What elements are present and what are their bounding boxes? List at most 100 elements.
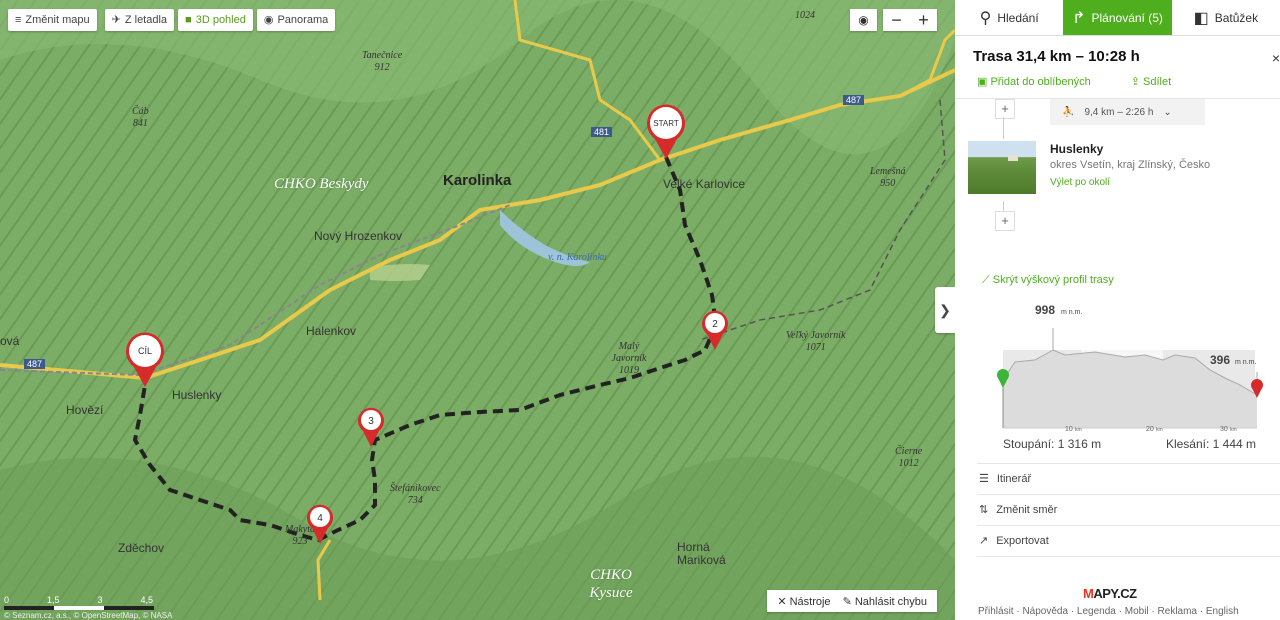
zoom-out-button[interactable]: −	[883, 9, 910, 31]
profile-max-value: 998	[1035, 303, 1055, 317]
town-label: Nový Hrozenkov	[314, 229, 403, 243]
place-photo[interactable]	[968, 141, 1036, 194]
waypoint-pin-4[interactable]: 4	[306, 504, 334, 546]
view-3d-button[interactable]: ■ 3D pohled	[178, 9, 253, 31]
house-shape	[1008, 155, 1018, 161]
ascent-value: Stoupání: 1 316 m	[1003, 437, 1102, 451]
logo-part: M	[1083, 586, 1094, 601]
town-label: Karolinka	[443, 172, 512, 189]
panorama-label: Panorama	[277, 14, 329, 26]
report-button[interactable]: ✎ Nahlásit chybu	[843, 595, 927, 608]
elevation-stats: Stoupání: 1 316 m Klesání: 1 444 m	[1003, 437, 1256, 451]
place-name[interactable]: Huslenky	[1050, 142, 1103, 156]
change-map-button[interactable]: ≡ Změnit mapu	[8, 9, 97, 31]
panel-tabs: ⚲ Hledání ↱ Plánování (5) ◧ Batůžek	[955, 0, 1280, 36]
share-icon: ⇪	[1130, 76, 1144, 88]
scale-tick: 0	[4, 595, 10, 605]
itinerary-button[interactable]: ☰ Itinerář	[977, 463, 1280, 494]
change-map-label: Změnit mapu	[25, 14, 90, 26]
locate-icon: ◉	[858, 13, 869, 27]
route-line	[1003, 117, 1004, 139]
panorama-button[interactable]: ◉ Panorama	[256, 9, 336, 31]
town-label: Huslenky	[172, 388, 222, 402]
from-plane-button[interactable]: ✈ Z letadla	[104, 9, 175, 31]
waypoint-label: 4	[317, 513, 323, 524]
backpack-icon: ◧	[1193, 9, 1209, 27]
add-waypoint-button[interactable]: +	[995, 99, 1015, 119]
road-number: 487	[843, 95, 865, 105]
peak-height: 950	[880, 178, 896, 189]
start-pin[interactable]: START	[645, 103, 687, 161]
mapy-logo[interactable]: MAPY.CZ	[1083, 586, 1137, 601]
trip-link[interactable]: Výlet po okolí	[1050, 177, 1110, 188]
itinerary-label: Itinerář	[996, 472, 1032, 485]
profile-km-tick: 10	[1065, 426, 1073, 433]
export-button[interactable]: ↗ Exportovat	[977, 525, 1280, 557]
peak-name: Čáb	[132, 106, 149, 117]
export-label: Exportovat	[996, 534, 1049, 547]
profile-icon: ⟋	[982, 274, 993, 286]
tab-backpack[interactable]: ◧ Batůžek	[1172, 0, 1280, 35]
plane-icon: ✈	[111, 14, 121, 26]
copyright: © Seznam.cz, a.s., © OpenStreetMap, © NA…	[4, 611, 173, 620]
reverse-button[interactable]: ⇅ Změnit směr	[977, 494, 1280, 525]
map-canvas[interactable]: Karolinka CHKO Beskydy CHKO Kysuce Nový …	[0, 0, 955, 620]
zoom-pair: − +	[883, 9, 937, 31]
share-button[interactable]: ⇪ Sdílet	[1131, 75, 1171, 88]
locate-button[interactable]: ◉	[850, 9, 877, 31]
tab-planning[interactable]: ↱ Plánování (5)	[1063, 0, 1172, 35]
route-icon: ↱	[1072, 9, 1086, 27]
logo-part: APY.CZ	[1093, 586, 1137, 601]
town-label: ová	[0, 334, 20, 348]
route-segment: + ⛹ 9,4 km – 2:26 h ⌄	[955, 99, 1280, 139]
walk-icon: ⛹	[1062, 106, 1075, 118]
goal-pin[interactable]: CÍL	[124, 331, 166, 389]
route-line	[1003, 201, 1004, 211]
profile-end-value: 396	[1210, 353, 1230, 367]
tools-button[interactable]: ✕ Nástroje	[777, 595, 830, 608]
tab-search[interactable]: ⚲ Hledání	[955, 0, 1063, 35]
chevron-down-icon: ⌄	[1163, 106, 1172, 118]
waypoint-label: 3	[368, 416, 374, 427]
segment-info[interactable]: ⛹ 9,4 km – 2:26 h ⌄	[1050, 99, 1205, 125]
route-segment: +	[955, 201, 1280, 231]
water-label: v. n. Karolinku	[548, 252, 607, 263]
town-label: Hovězí	[66, 403, 104, 417]
pencil-icon: ✎	[842, 595, 855, 608]
hide-profile-link[interactable]: ⟋ Skrýt výškový profil trasy	[982, 274, 1114, 287]
map-bottom-tools: ✕ Nástroje ✎ Nahlásit chybu	[767, 590, 937, 612]
tab-label: Hledání	[997, 10, 1039, 25]
from-plane-label: Z letadla	[124, 14, 168, 26]
scale-tick: 3	[97, 595, 103, 605]
reverse-label: Změnit směr	[996, 503, 1058, 516]
peak-label: Tanečnice 912	[362, 50, 402, 74]
export-icon: ↗	[979, 534, 989, 547]
profile-km-unit: km	[1230, 427, 1237, 433]
waypoint-pin-2[interactable]: 2	[701, 310, 729, 352]
peak-height: 1024	[795, 10, 815, 21]
map-toolbar: ≡ Změnit mapu ✈ Z letadla ■ 3D pohled ◉ Pano…	[8, 9, 336, 31]
add-waypoint-button[interactable]: +	[995, 211, 1015, 231]
route-menu: ☰ Itinerář ⇅ Změnit směr ↗ Exportovat	[977, 463, 1280, 557]
expand-panel-button[interactable]: ❯	[935, 287, 955, 333]
waypoint-place: Huslenky okres Vsetín, kraj Zlínský, Čes…	[955, 141, 1280, 199]
peak-name: Štefánikovec	[390, 483, 441, 494]
town-label: Velké Karlovice	[663, 177, 746, 191]
town-label: Zděchov	[118, 541, 165, 555]
footer-links[interactable]: Přihlásit · Nápověda · Legenda · Mobil ·…	[978, 606, 1239, 617]
peak-label: Čierne 1012	[895, 446, 922, 470]
tools-label: Nástroje	[789, 595, 831, 608]
zoom-in-button[interactable]: +	[910, 9, 937, 31]
list-icon: ☰	[979, 472, 989, 485]
peak-name: Čierne	[895, 446, 923, 457]
route-title-text: Trasa 31,4 km – 10:28 h	[973, 48, 1140, 65]
peak-name: Tanečnice	[362, 50, 403, 61]
peak-height: 1012	[898, 458, 919, 469]
waypoint-pin-3[interactable]: 3	[357, 407, 385, 449]
scale-tick: 4,5	[140, 595, 154, 605]
route-title: Trasa 31,4 km – 10:28 h ×	[955, 36, 1280, 66]
zoom-controls: ◉ − +	[850, 9, 937, 31]
add-favorite-button[interactable]: ▣ Přidat do oblíbených	[977, 75, 1091, 88]
profile-km-unit: km	[1156, 427, 1163, 433]
close-icon[interactable]: ×	[1272, 50, 1280, 66]
